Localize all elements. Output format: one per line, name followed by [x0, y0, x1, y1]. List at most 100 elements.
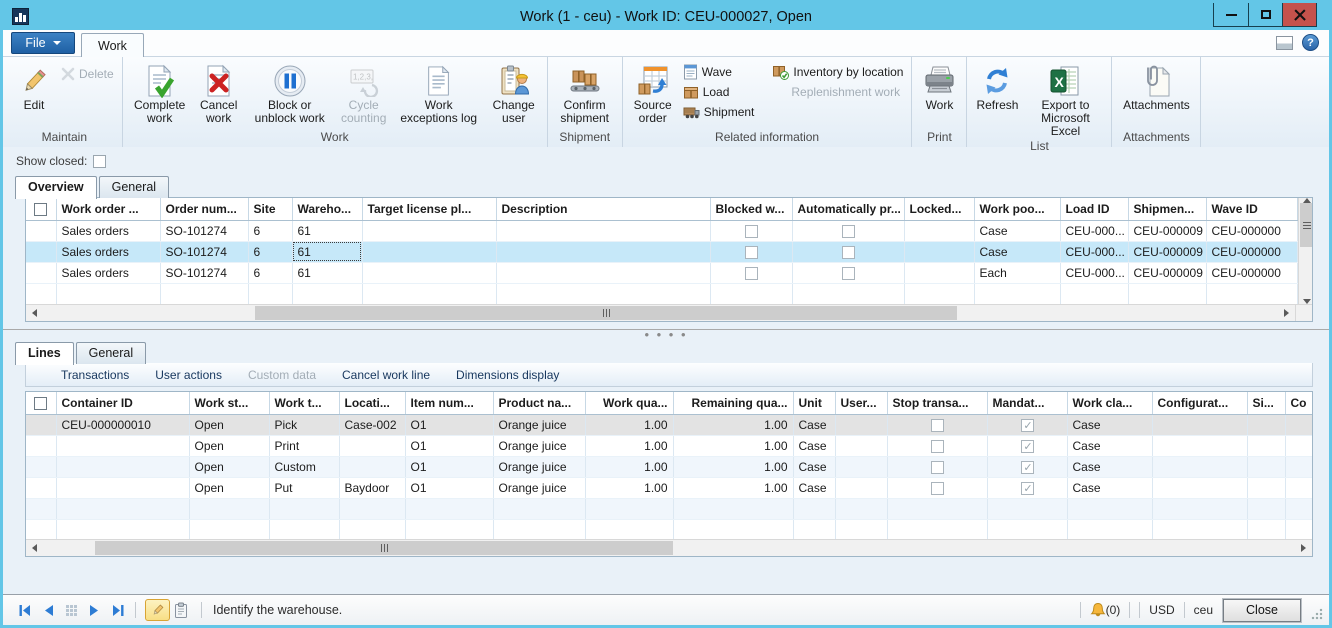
attachments-button[interactable]: Attachments — [1116, 60, 1196, 112]
tab-lines[interactable]: Lines — [15, 342, 74, 365]
grid-cell[interactable] — [56, 456, 189, 477]
column-header[interactable]: Automatically pr... — [792, 198, 904, 220]
grid-cell[interactable]: Case — [793, 435, 835, 456]
scroll-left-button-lines[interactable] — [26, 540, 43, 556]
grid-cell[interactable]: Pick — [269, 414, 339, 435]
grid-cell[interactable] — [1285, 519, 1312, 539]
grid-cell[interactable]: O1 — [405, 435, 493, 456]
grid-cell[interactable]: 6 — [248, 262, 292, 283]
cell-checkbox[interactable] — [931, 482, 944, 495]
grid-cell[interactable]: CEU-000009 — [1128, 220, 1206, 241]
column-header[interactable]: Shipmen... — [1128, 198, 1206, 220]
grid-cell[interactable] — [974, 283, 1060, 304]
grid-cell[interactable] — [496, 220, 710, 241]
grid-cell[interactable] — [339, 498, 405, 519]
grid-cell[interactable] — [1152, 456, 1247, 477]
grid-cell[interactable]: Print — [269, 435, 339, 456]
grid-cell[interactable] — [1285, 498, 1312, 519]
grid-cell[interactable] — [1247, 498, 1285, 519]
grid-cell[interactable] — [26, 519, 56, 539]
column-header[interactable]: Work order ... — [56, 198, 160, 220]
cell-checkbox[interactable] — [1021, 440, 1034, 453]
horizontal-scrollbar[interactable] — [26, 304, 1312, 321]
cell-checkbox[interactable] — [745, 267, 758, 280]
grid-cell[interactable] — [362, 283, 496, 304]
grid-cell[interactable]: 6 — [248, 241, 292, 262]
grid-cell[interactable]: SO-101274 — [160, 220, 248, 241]
grid-cell[interactable] — [904, 262, 974, 283]
grid-cell[interactable]: CEU-000000 — [1206, 262, 1297, 283]
grid-cell[interactable] — [835, 435, 887, 456]
grid-cell[interactable]: Open — [189, 477, 269, 498]
grid-cell[interactable]: Case — [1067, 477, 1152, 498]
grid-cell[interactable]: Custom — [269, 456, 339, 477]
grid-cell[interactable]: 1.00 — [585, 435, 673, 456]
transactions-link[interactable]: Transactions — [48, 365, 142, 385]
grid-cell[interactable] — [362, 220, 496, 241]
grid-cell[interactable]: 1.00 — [673, 435, 793, 456]
grid-cell[interactable]: CEU-000... — [1060, 262, 1128, 283]
grid-cell[interactable] — [673, 519, 793, 539]
pane-splitter[interactable]: • • • • — [3, 329, 1329, 340]
grid-cell[interactable] — [987, 414, 1067, 435]
grid-cell[interactable]: Case — [974, 220, 1060, 241]
show-closed-checkbox[interactable] — [93, 155, 106, 168]
grid-cell[interactable] — [987, 435, 1067, 456]
grid-cell[interactable]: Case — [974, 241, 1060, 262]
maximize-button[interactable] — [1248, 3, 1282, 26]
row-select-cell[interactable] — [26, 220, 56, 241]
cell-checkbox[interactable] — [842, 246, 855, 259]
grid-cell[interactable] — [56, 519, 189, 539]
grid-cell[interactable] — [496, 262, 710, 283]
grid-cell[interactable] — [1152, 519, 1247, 539]
grid-cell[interactable] — [1128, 283, 1206, 304]
grid-cell[interactable]: Case — [1067, 456, 1152, 477]
grid-cell[interactable]: Open — [189, 456, 269, 477]
grid-cell[interactable]: Case — [793, 414, 835, 435]
row-select-cell[interactable] — [26, 241, 56, 262]
grid-cell[interactable]: O1 — [405, 414, 493, 435]
grid-cell[interactable]: CEU-000000 — [1206, 220, 1297, 241]
grid-cell[interactable]: 61 — [292, 262, 362, 283]
grid-cell[interactable]: CEU-000000 — [1206, 241, 1297, 262]
grid-cell[interactable] — [792, 220, 904, 241]
cell-checkbox[interactable] — [745, 246, 758, 259]
grid-cell[interactable] — [1067, 498, 1152, 519]
grid-cell[interactable] — [710, 262, 792, 283]
shipment-button[interactable]: Shipment — [679, 102, 759, 122]
cell-checkbox[interactable] — [842, 225, 855, 238]
grid-cell[interactable] — [904, 283, 974, 304]
grid-cell[interactable]: SO-101274 — [160, 241, 248, 262]
grid-cell[interactable]: 6 — [248, 220, 292, 241]
grid-cell[interactable] — [1152, 477, 1247, 498]
column-header[interactable]: Configurat... — [1152, 392, 1247, 414]
select-all-checkbox[interactable] — [34, 203, 47, 216]
column-header[interactable]: Target license pl... — [362, 198, 496, 220]
grid-cell[interactable]: 1.00 — [585, 414, 673, 435]
grid-cell[interactable] — [987, 456, 1067, 477]
grid-cell[interactable] — [793, 519, 835, 539]
column-header[interactable]: Work cla... — [1067, 392, 1152, 414]
grid-cell[interactable] — [189, 519, 269, 539]
grid-cell[interactable] — [248, 283, 292, 304]
grid-cell[interactable] — [269, 498, 339, 519]
grid-cell[interactable] — [26, 283, 56, 304]
grid-cell[interactable] — [710, 283, 792, 304]
grid-cell[interactable] — [887, 519, 987, 539]
grid-cell[interactable] — [835, 477, 887, 498]
grid-cell[interactable] — [987, 477, 1067, 498]
select-all-checkbox[interactable] — [34, 397, 47, 410]
grid-view-icon[interactable] — [65, 604, 78, 617]
grid-cell[interactable] — [496, 283, 710, 304]
grid-cell[interactable] — [339, 519, 405, 539]
file-menu-button[interactable]: File — [11, 32, 75, 54]
row-select-cell[interactable] — [26, 262, 56, 283]
grid-cell[interactable] — [710, 241, 792, 262]
load-button[interactable]: Load — [679, 82, 759, 102]
print-work-button[interactable]: Work — [916, 60, 962, 112]
column-header[interactable]: Locked... — [904, 198, 974, 220]
grid-cell[interactable]: SO-101274 — [160, 262, 248, 283]
table-row[interactable]: OpenPutBaydoorO1Orange juice1.001.00Case… — [26, 477, 1312, 498]
grid-cell[interactable] — [904, 220, 974, 241]
grid-cell[interactable] — [405, 519, 493, 539]
